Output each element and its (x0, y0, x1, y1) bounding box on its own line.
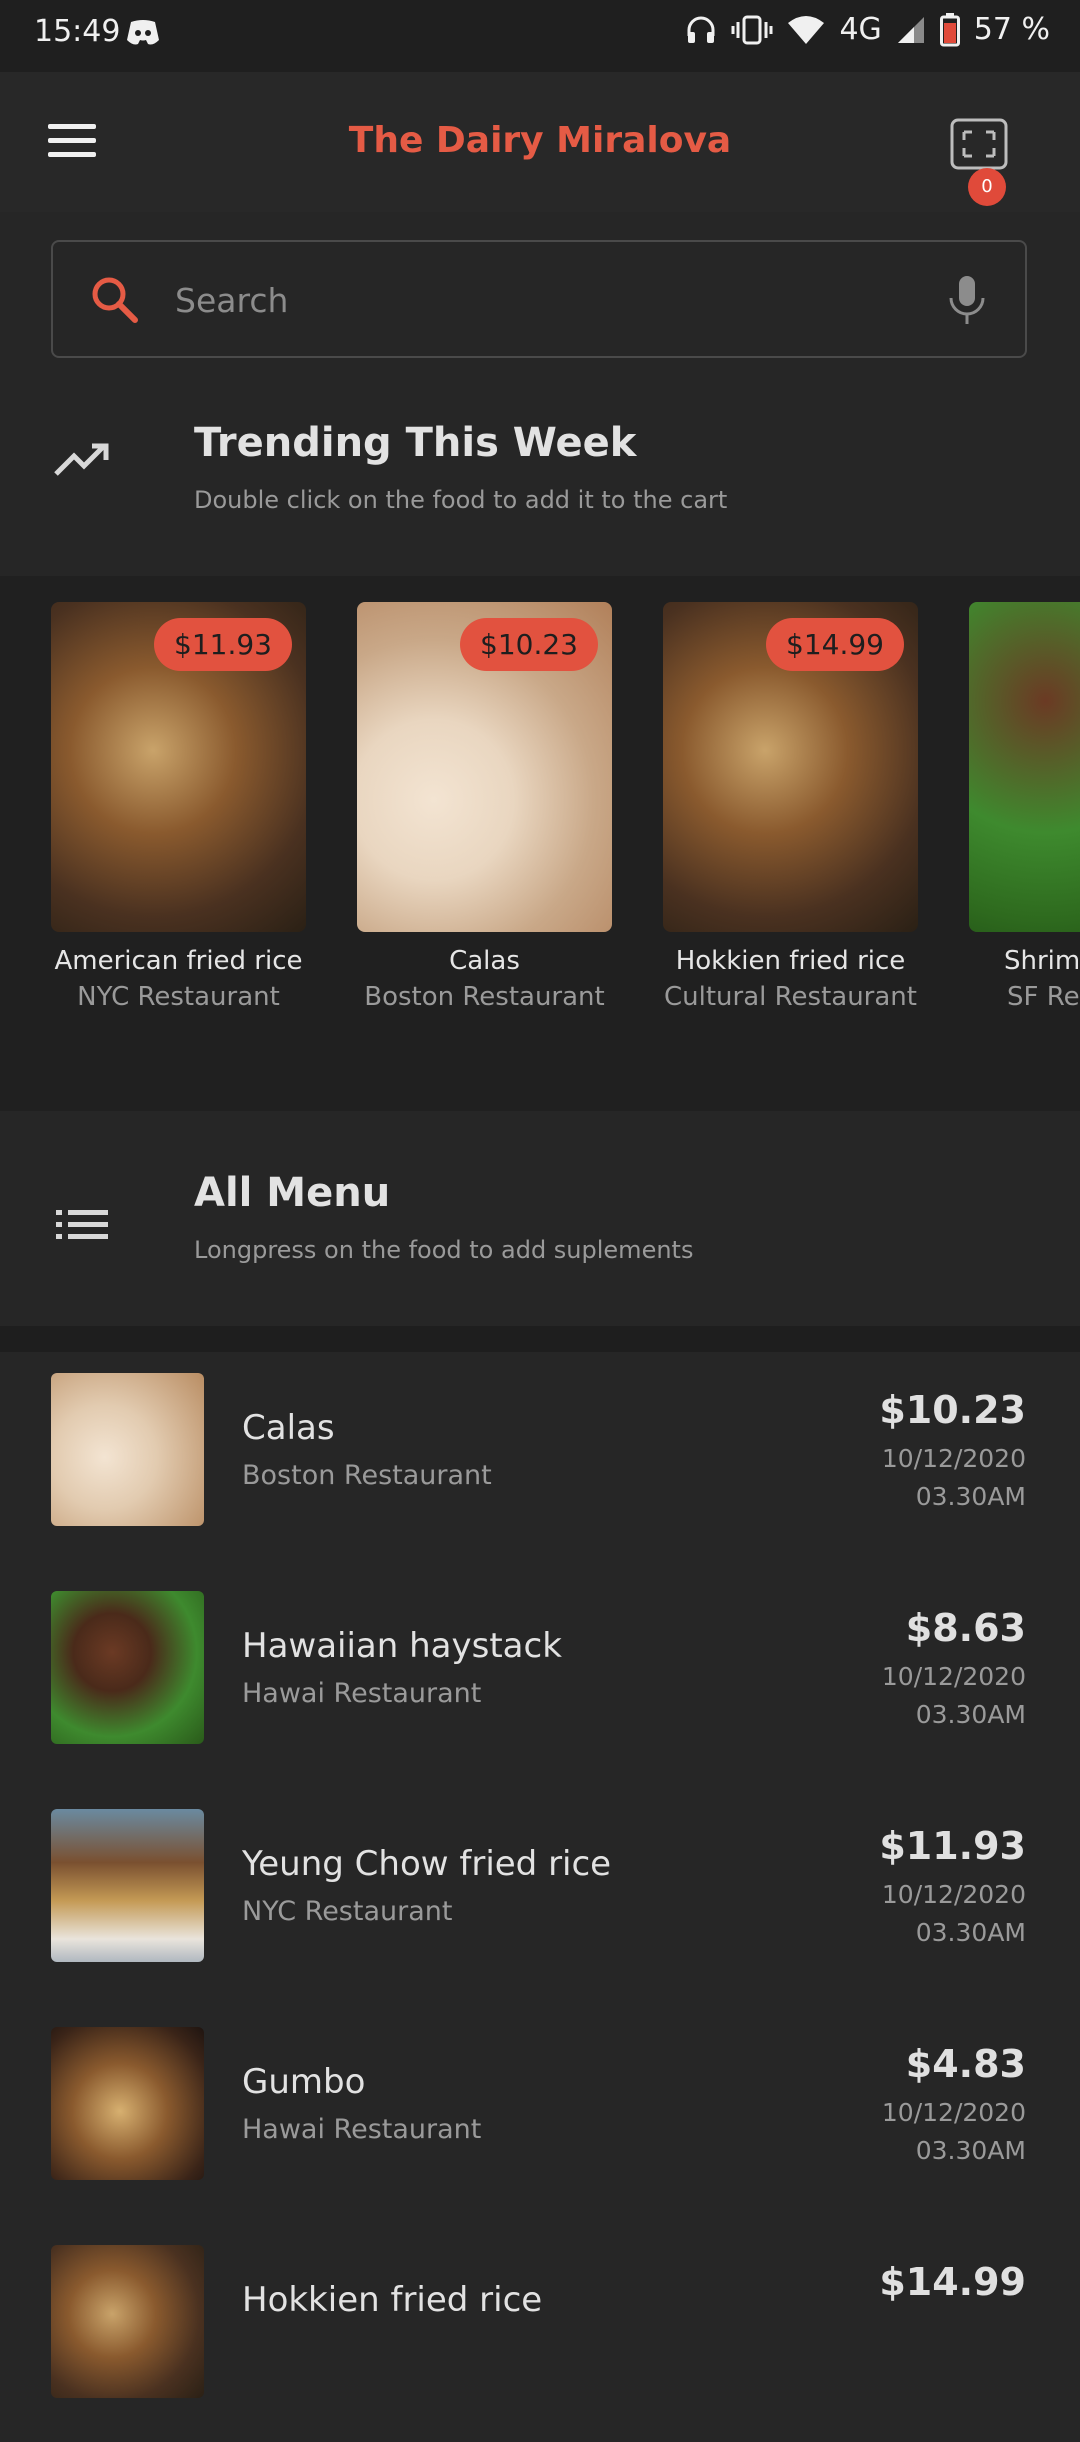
food-thumbnail (51, 1809, 204, 1962)
trending-card[interactable]: Shrim SF Res (969, 602, 1080, 1012)
price: $10.23 (879, 1388, 1026, 1432)
status-time: 15:49 (34, 14, 121, 49)
all-menu-title: All Menu (194, 1170, 391, 1216)
all-menu-subtitle: Longpress on the food to add suplements (194, 1236, 694, 1264)
trending-header: Trending This Week Double click on the f… (0, 400, 1080, 570)
trending-title: Trending This Week (194, 420, 637, 466)
network-type: 4G (839, 12, 882, 47)
price: $14.99 (879, 2260, 1026, 2304)
time: 03.30AM (915, 1918, 1026, 1947)
food-name: Calas (242, 1408, 335, 1448)
food-name: Hawaiian haystack (242, 1626, 562, 1666)
food-name: Hokkien fried rice (675, 946, 906, 976)
price: $4.83 (905, 2042, 1026, 2086)
list-icon (56, 1210, 108, 1239)
app-title: The Dairy Miralova (348, 120, 732, 161)
cart-count-badge: 0 (968, 168, 1006, 206)
battery-percent: 57 % (973, 12, 1050, 47)
food-name: Calas (449, 946, 520, 976)
restaurant-name: Boston Restaurant (242, 1460, 492, 1491)
price: $11.93 (879, 1824, 1026, 1868)
wifi-icon (788, 15, 825, 44)
battery-icon (939, 12, 960, 46)
list-item[interactable]: Hokkien fried rice $14.99 (0, 2224, 1080, 2416)
status-bar: 15:49 4G 57 % (0, 0, 1080, 72)
food-image (969, 602, 1080, 932)
menu-list: Calas Boston Restaurant $10.23 10/12/202… (0, 1326, 1080, 2442)
trending-card[interactable]: $11.93 American fried rice NYC Restauran… (51, 602, 306, 1012)
food-name: Shrim (1004, 946, 1080, 976)
price-badge: $14.99 (766, 618, 904, 671)
list-item[interactable]: Yeung Chow fried rice NYC Restaurant $11… (0, 1788, 1080, 1980)
app-bar: The Dairy Miralova 0 (0, 72, 1080, 212)
food-name: American fried rice (54, 946, 303, 976)
restaurant-name: NYC Restaurant (77, 982, 280, 1012)
all-menu-header: All Menu Longpress on the food to add su… (0, 1112, 1080, 1326)
food-thumbnail (51, 2245, 204, 2398)
restaurant-name: NYC Restaurant (242, 1896, 453, 1927)
date: 10/12/2020 (881, 1444, 1026, 1473)
food-image: $11.93 (51, 602, 306, 932)
list-item[interactable]: Calas Boston Restaurant $10.23 10/12/202… (0, 1352, 1080, 1544)
price-badge: $10.23 (460, 618, 598, 671)
date: 10/12/2020 (881, 2098, 1026, 2127)
discord-icon (127, 20, 159, 45)
search-bar (51, 240, 1027, 358)
time: 03.30AM (915, 1482, 1026, 1511)
price-badge: $11.93 (154, 618, 292, 671)
trending-carousel[interactable]: $11.93 American fried rice NYC Restauran… (0, 576, 1080, 1111)
restaurant-name: SF Res (1007, 982, 1080, 1012)
trending-subtitle: Double click on the food to add it to th… (194, 486, 728, 514)
search-input[interactable] (173, 268, 877, 332)
trending-card[interactable]: $10.23 Calas Boston Restaurant (357, 602, 612, 1012)
vibrate-icon (731, 15, 773, 44)
food-name: Hokkien fried rice (242, 2280, 543, 2320)
list-item[interactable]: Hawaiian haystack Hawai Restaurant $8.63… (0, 1570, 1080, 1762)
food-image: $14.99 (663, 602, 918, 932)
signal-icon (897, 16, 924, 43)
scan-icon[interactable] (950, 118, 1008, 170)
time: 03.30AM (915, 1700, 1026, 1729)
restaurant-name: Boston Restaurant (364, 982, 605, 1012)
food-thumbnail (51, 1373, 204, 1526)
headphones-icon (687, 16, 715, 43)
time: 03.30AM (915, 2136, 1026, 2165)
search-icon (92, 277, 138, 323)
microphone-icon[interactable] (947, 274, 987, 326)
price: $8.63 (905, 1606, 1026, 1650)
food-name: Gumbo (242, 2062, 366, 2102)
list-item[interactable]: Gumbo Hawai Restaurant $4.83 10/12/2020 … (0, 2006, 1080, 2198)
trending-card[interactable]: $14.99 Hokkien fried rice Cultural Resta… (663, 602, 918, 1012)
restaurant-name: Cultural Restaurant (664, 982, 917, 1012)
trending-up-icon (54, 443, 109, 476)
food-image: $10.23 (357, 602, 612, 932)
food-name: Yeung Chow fried rice (242, 1844, 612, 1884)
date: 10/12/2020 (881, 1662, 1026, 1691)
food-thumbnail (51, 2027, 204, 2180)
food-thumbnail (51, 1591, 204, 1744)
date: 10/12/2020 (881, 1880, 1026, 1909)
restaurant-name: Hawai Restaurant (242, 1678, 482, 1709)
restaurant-name: Hawai Restaurant (242, 2114, 482, 2145)
